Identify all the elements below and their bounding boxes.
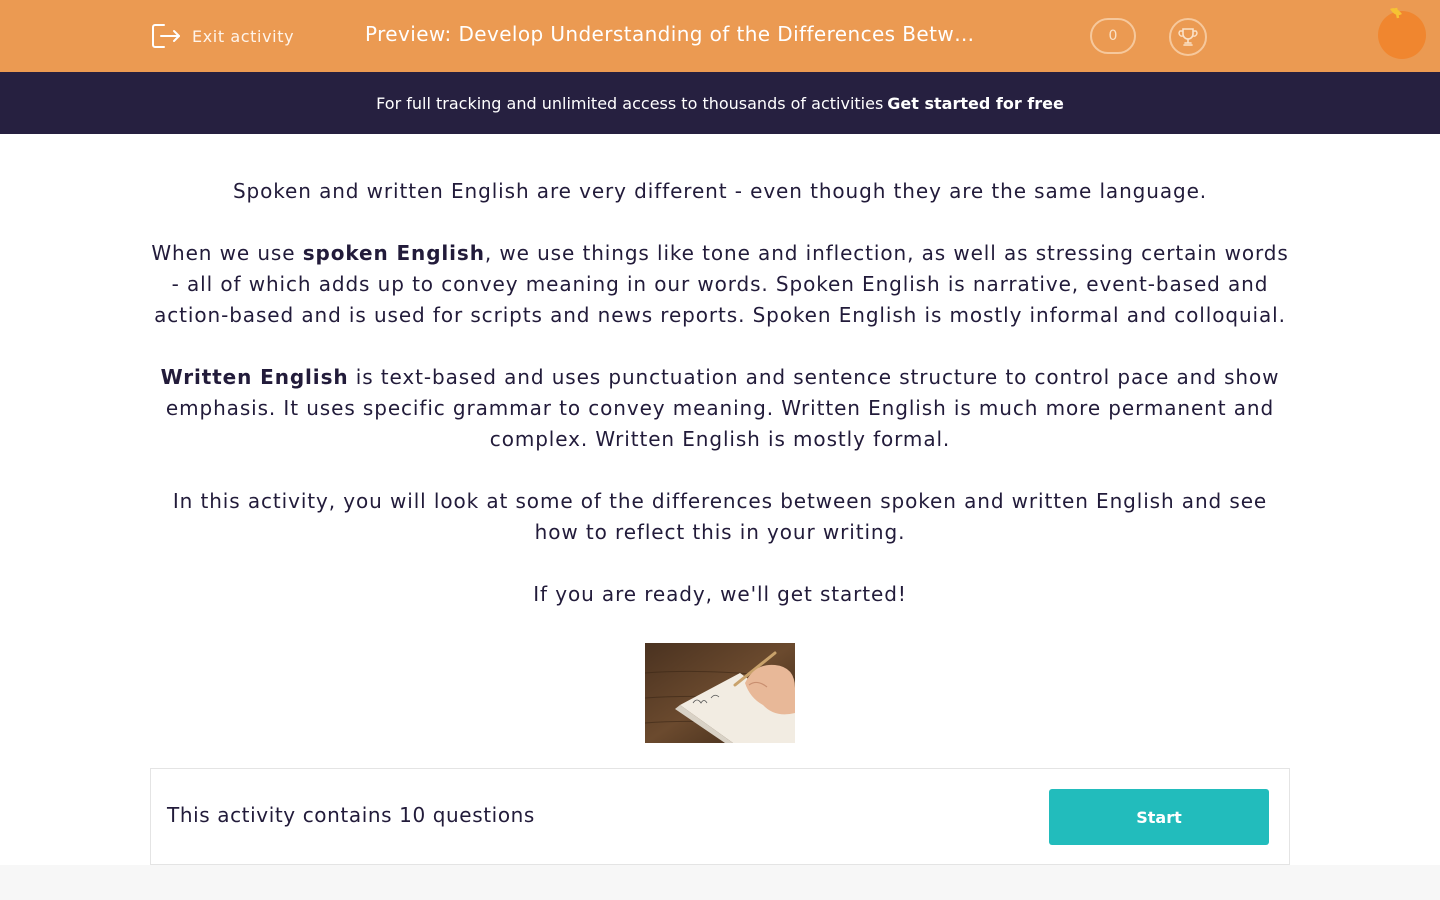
upsell-banner: For full tracking and unlimited access t… [0,72,1440,134]
banner-text: For full tracking and unlimited access t… [376,93,884,113]
intro-content: Spoken and written English are very diff… [150,176,1290,641]
activity-title: Preview: Develop Understanding of the Di… [365,22,985,46]
start-button[interactable]: Start [1049,789,1269,845]
exit-activity-button[interactable]: Exit activity [150,20,294,52]
intro-paragraph-3: Written English is text-based and uses p… [150,362,1290,455]
intro-paragraph-1: Spoken and written English are very diff… [232,179,1208,203]
trophy-button[interactable] [1169,18,1207,56]
score-counter: 0 [1090,18,1136,54]
top-bar: Exit activity Preview: Develop Understan… [0,0,1440,72]
spoken-english-term: spoken English [302,241,485,265]
exit-activity-label: Exit activity [192,26,295,46]
trophy-icon [1178,28,1198,46]
exit-door-icon [152,24,180,48]
footer-strip [0,865,1440,900]
writing-hand-image [645,643,795,743]
activity-start-card: This activity contains 10 questions Star… [150,768,1290,865]
intro-paragraph-2: When we use spoken English, we use thing… [150,238,1290,331]
orange-logo-icon [1370,0,1440,72]
intro-paragraph-5: If you are ready, we'll get started! [533,582,907,606]
get-started-link[interactable]: Get started for free [887,94,1064,113]
intro-paragraph-2-start: When we use [151,241,303,265]
question-count-text: This activity contains 10 questions [167,803,535,827]
intro-paragraph-4: In this activity, you will look at some … [172,489,1268,544]
written-english-term: Written English [160,365,349,389]
